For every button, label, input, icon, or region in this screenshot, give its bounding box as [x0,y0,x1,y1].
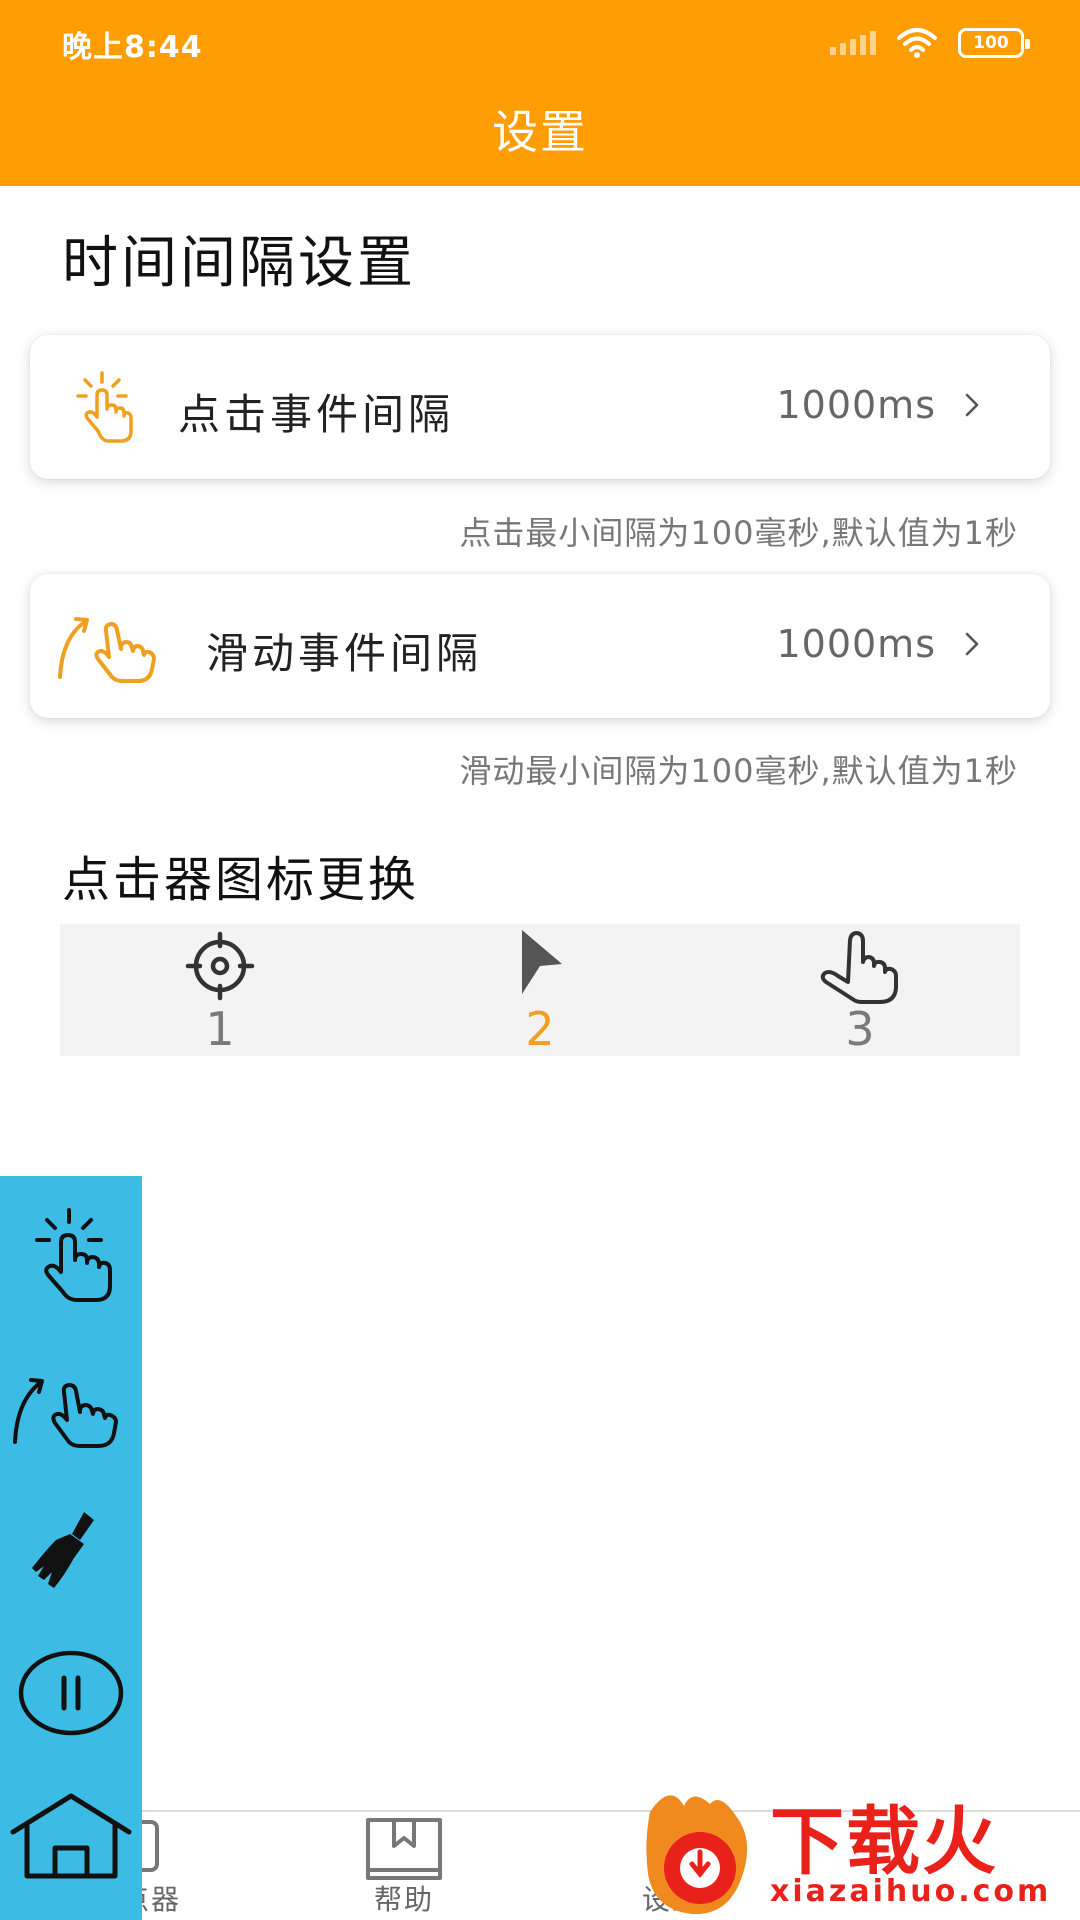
swipe-interval-hint: 滑动最小间隔为100毫秒,默认值为1秒 [459,752,1018,790]
wifi-icon [897,28,937,58]
swipe-interval-card[interactable]: 滑动事件间隔 1000ms [30,574,1050,718]
icon-option-1[interactable]: 1 [60,924,380,1056]
click-interval-hint: 点击最小间隔为100毫秒,默认值为1秒 [459,514,1018,552]
interval-section-title: 时间间隔设置 [62,231,416,296]
nav-label: 帮助 [373,1883,434,1916]
watermark-url: xiazaihuo.com [770,1874,1052,1909]
click-interval-card[interactable]: 点击事件间隔 1000ms [30,335,1050,479]
chevron-right-icon [965,393,979,417]
watermark-logo [646,1795,748,1915]
pointing-hand-icon [820,931,898,1004]
page-title: 设置 [492,105,588,159]
book-icon [366,1818,442,1880]
float-home-button[interactable] [0,1792,142,1882]
watermark: 下载火 xiazaihuo.com [640,1782,1080,1920]
swipe-hand-icon [54,574,174,718]
icon-option-number: 2 [525,1002,555,1056]
signal-icon [830,31,876,55]
click-interval-label: 点击事件间隔 [178,390,455,439]
crosshair-icon [185,931,255,1001]
arrow-pointer-icon [522,930,562,994]
click-interval-value: 1000ms [776,383,936,427]
float-pause-button[interactable] [0,1648,142,1738]
tap-hand-icon [35,1208,112,1302]
watermark-text: 下载火 [770,1799,998,1885]
icon-option-number: 1 [205,1002,235,1056]
battery-level: 100 [973,33,1009,53]
float-tap-button[interactable] [0,1206,142,1306]
status-icons: 100 [830,26,1030,60]
swipe-interval-value: 1000ms [776,622,936,666]
cursor-icon-picker: 1 2 3 [60,924,1020,1056]
float-clear-button[interactable] [0,1506,142,1596]
home-icon [10,1793,132,1879]
battery-icon: 100 [958,28,1030,58]
float-swipe-button[interactable] [0,1366,142,1450]
icon-option-number: 3 [845,1002,875,1056]
icon-section-title: 点击器图标更换 [62,852,420,908]
tap-hand-icon [68,335,138,479]
pause-icon [18,1650,124,1736]
status-time: 晚上8:44 [62,30,203,65]
floating-control-panel [0,1176,142,1920]
broom-icon [32,1512,94,1588]
icon-option-2[interactable]: 2 [380,924,700,1056]
chevron-right-icon [965,632,979,656]
swipe-interval-label: 滑动事件间隔 [206,629,483,678]
nav-item-help[interactable]: 帮助 [304,1812,504,1920]
icon-option-3[interactable]: 3 [700,924,1020,1056]
swipe-hand-icon [13,1378,118,1448]
app-header: 晚上8:44 100 设置 [0,0,1080,186]
